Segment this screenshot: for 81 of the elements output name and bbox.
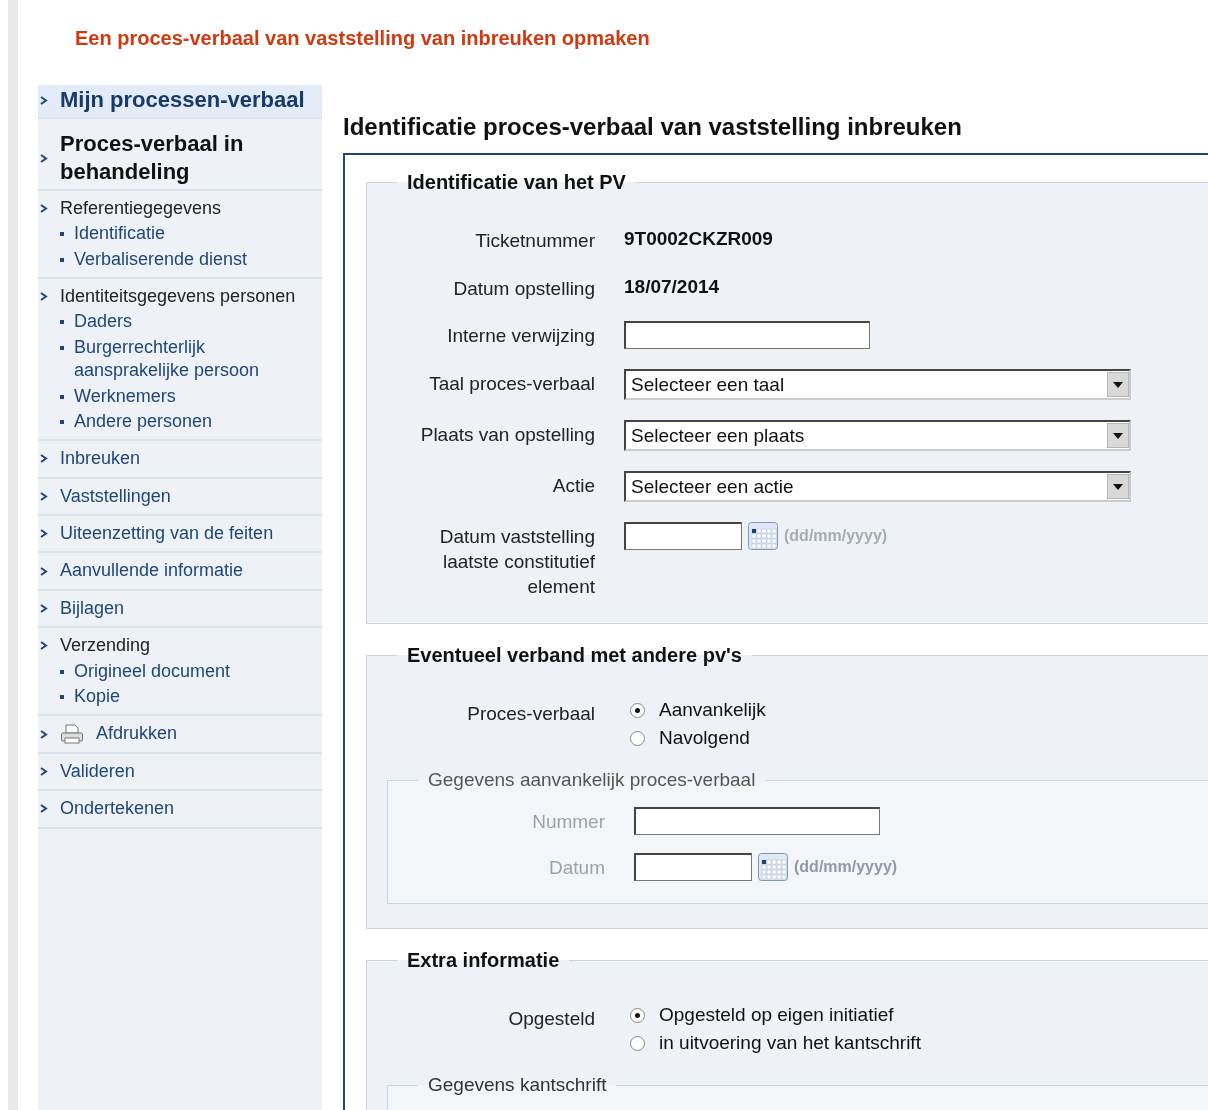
section-legend: Eventueel verband met andere pv's: [397, 644, 752, 668]
field-label: Opgesteld: [507, 1007, 595, 1032]
bullet-icon: [60, 394, 64, 399]
bullet-icon: [60, 232, 64, 237]
sidebar-item[interactable]: Verzending: [60, 634, 151, 658]
sidebar-item[interactable]: Uiteenzetting van de feiten: [60, 522, 274, 546]
field-label: Plaats van opstelling: [419, 423, 595, 448]
sidebar-subitem[interactable]: Verbaliserende dienst: [74, 247, 248, 271]
sidebar-subitem[interactable]: Daders: [74, 310, 133, 334]
select-field[interactable]: Selecteer een taal: [624, 369, 1131, 401]
sidebar-item[interactable]: Proces-verbaal in behandeling: [60, 129, 322, 187]
sidebar-subitem[interactable]: Identificatie: [74, 222, 166, 246]
sidebar-subitem[interactable]: Kopie: [74, 685, 121, 709]
radio-label: Navolgend: [659, 727, 750, 750]
chevron-icon: [40, 729, 48, 739]
subsection-legend: Gegevens kantschrift: [418, 1074, 617, 1097]
field-label: Proces-verbaal: [466, 702, 595, 727]
sidebar-item[interactable]: Referentiegegevens: [60, 196, 222, 221]
sidebar-item[interactable]: Vaststellingen: [60, 484, 171, 509]
bullet-icon: [60, 695, 64, 700]
sidebar-subitem[interactable]: Werknemers: [74, 384, 176, 408]
printer-icon: [60, 724, 84, 745]
input-field[interactable]: [624, 321, 870, 350]
sidebar-item[interactable]: Afdrukken: [96, 722, 178, 746]
bullet-icon: [60, 257, 64, 262]
dropdown-arrow-icon: [1107, 372, 1129, 398]
radio-button[interactable]: [630, 702, 645, 718]
page-title: Een proces-verbaal van vaststelling van inbreuken opmaken: [75, 27, 651, 50]
chevron-icon: [40, 203, 48, 213]
select-field[interactable]: Selecteer een plaats: [624, 420, 1131, 452]
bullet-icon: [60, 669, 64, 674]
chevron-icon: [40, 529, 48, 539]
field-value: 18/07/2014: [624, 274, 720, 298]
select-field[interactable]: Selecteer een actie: [624, 471, 1131, 503]
radio-label: Aanvankelijk: [659, 699, 766, 722]
form-heading: Identificatie proces-verbaal van vaststelling inbreuken: [343, 113, 963, 141]
field-value: 9T0002CKZR009: [624, 227, 773, 250]
bullet-icon: [60, 419, 64, 424]
sidebar-item[interactable]: Inbreuken: [60, 447, 141, 471]
field-label: Actie: [551, 474, 595, 499]
chevron-icon: [40, 641, 48, 651]
chevron-icon: [40, 566, 48, 576]
field-label: Datum: [548, 856, 605, 881]
field-label: Ticketnummer: [474, 229, 595, 253]
sidebar-subitem[interactable]: Andere personen: [74, 409, 213, 434]
chevron-icon: [40, 767, 48, 776]
section-legend: Extra informatie: [397, 949, 570, 973]
calendar-icon[interactable]: [748, 522, 778, 551]
date-field[interactable]: [624, 522, 742, 551]
subsection-legend: Gegevens aanvankelijk proces-verbaal: [418, 769, 766, 792]
radio-button[interactable]: [630, 1007, 645, 1023]
chevron-icon: [40, 95, 48, 105]
field-label: Taal proces-verbaal: [428, 372, 595, 397]
radio-button[interactable]: [630, 730, 645, 746]
bullet-icon: [60, 320, 64, 325]
dropdown-arrow-icon: [1107, 474, 1129, 500]
sidebar-item[interactable]: Bijlagen: [60, 596, 125, 621]
field-label: Nummer: [531, 810, 605, 835]
radio-label: Opgesteld op eigen initiatief: [659, 1004, 894, 1027]
sidebar-item[interactable]: Aanvullende informatie: [60, 559, 244, 583]
dropdown-arrow-icon: [1107, 423, 1129, 449]
chevron-icon: [40, 804, 48, 814]
chevron-icon: [40, 454, 48, 464]
bullet-icon: [60, 345, 64, 350]
sidebar-subitem[interactable]: Burgerrechterlijk aansprakelijke persoon: [74, 335, 322, 383]
section-legend: Identificatie van het PV: [397, 171, 636, 194]
field-label: Datum opstelling: [452, 276, 595, 301]
chevron-icon: [40, 292, 48, 302]
chevron-icon: [40, 491, 48, 501]
chevron-icon: [40, 153, 48, 163]
sidebar-item[interactable]: Valideren: [60, 759, 135, 784]
sidebar-item[interactable]: Ondertekenen: [60, 797, 175, 821]
radio-label: in uitvoering van het kantschrift: [659, 1032, 921, 1055]
date-format-hint: (dd/mm/yyyy): [784, 527, 888, 546]
radio-button[interactable]: [630, 1035, 645, 1051]
chevron-icon: [40, 604, 48, 614]
field-label: Interne verwijzing: [446, 324, 595, 349]
date-format-hint: (dd/mm/yyyy): [794, 858, 898, 877]
field-label: Datum vaststelling laatste constitutief element: [438, 525, 595, 599]
sidebar-item[interactable]: Identiteitsgegevens personen: [60, 284, 296, 309]
sidebar-subitem[interactable]: Origineel document: [74, 659, 231, 684]
